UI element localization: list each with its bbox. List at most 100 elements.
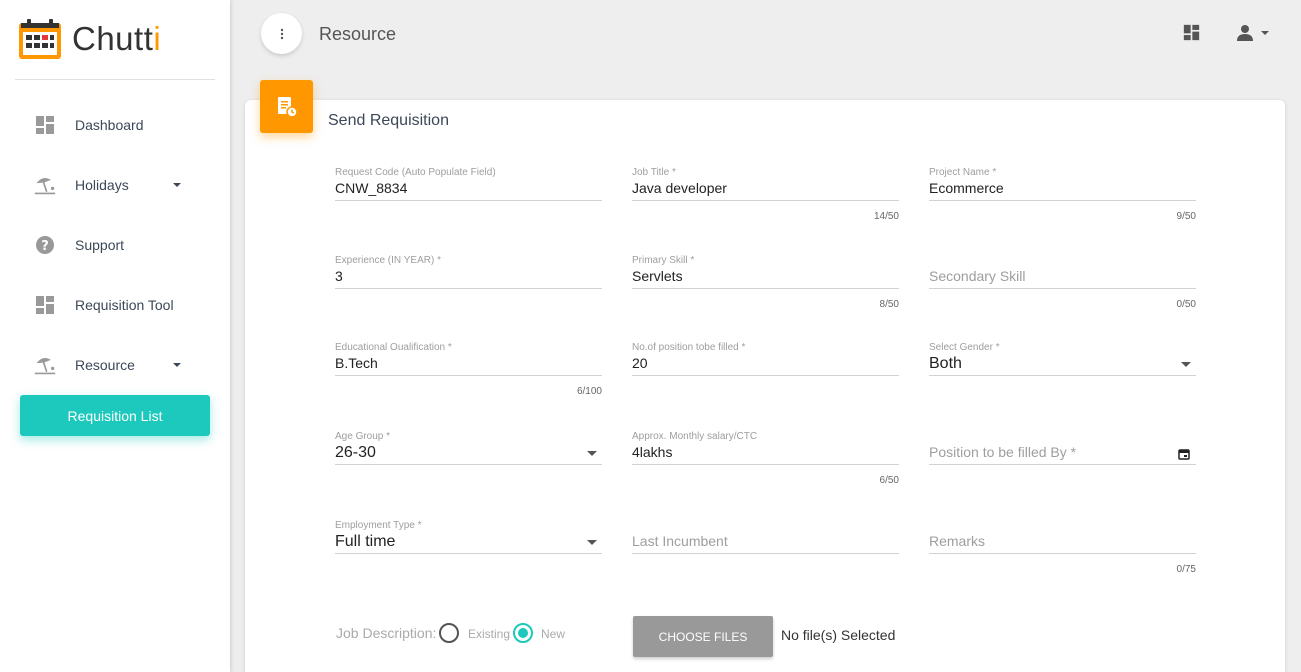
gender-select[interactable]: Select Gender * Both [929, 342, 1196, 402]
sidebar-item-requisition-tool[interactable]: Requisition Tool [0, 285, 230, 325]
more-menu-button[interactable] [261, 13, 302, 54]
divider [15, 79, 215, 80]
char-counter: 0/50 [1176, 299, 1196, 310]
field-placeholder: Position to be filled By * [929, 444, 1077, 460]
dropdown-arrow-icon [587, 540, 597, 545]
field-value: 20 [632, 355, 648, 371]
field-value: Full time [335, 533, 396, 550]
field-placeholder: Secondary Skill [929, 268, 1026, 284]
field-underline [335, 464, 602, 465]
chevron-down-icon [173, 363, 181, 367]
field-value: 3 [335, 268, 343, 284]
primary-skill-field[interactable]: Primary Skill * Servlets 8/50 [632, 255, 899, 315]
field-label: Age Group * [335, 431, 391, 442]
char-counter: 14/50 [873, 211, 899, 222]
sidebar-item-holidays[interactable]: Holidays [0, 165, 230, 205]
field-value: B.Tech [335, 355, 378, 371]
qualification-field[interactable]: Educational Oualification * B.Tech 6/100 [335, 342, 602, 402]
dropdown-arrow-icon [1181, 362, 1191, 367]
field-value: 26-30 [335, 444, 376, 461]
sidebar-item-label: Resource [75, 357, 135, 373]
char-counter: 8/50 [879, 299, 899, 310]
last-incumbent-field[interactable]: Last Incumbent [632, 520, 899, 580]
dashboard-icon [34, 114, 56, 136]
radio-new-label: New [541, 627, 566, 641]
calendar-logo-icon [19, 19, 61, 59]
field-value: Java developer [632, 180, 727, 196]
dropdown-arrow-icon [587, 451, 597, 456]
age-group-select[interactable]: Age Group * 26-30 [335, 431, 602, 491]
field-value: 4lakhs [632, 444, 673, 460]
chevron-down-icon [1261, 31, 1269, 35]
field-label: Select Gender * [929, 342, 1000, 353]
field-underline [632, 288, 899, 289]
field-label: Job Title * [632, 167, 676, 178]
char-counter: 6/100 [576, 386, 602, 397]
field-placeholder: Last Incumbent [632, 533, 728, 549]
field-underline [929, 375, 1196, 376]
field-placeholder: Remarks [929, 533, 986, 549]
field-underline [632, 553, 899, 554]
field-label: Educational Oualification * [335, 342, 452, 353]
app-logo[interactable]: Chutti [18, 18, 161, 60]
project-name-field[interactable]: Project Name * Ecommerce 9/50 [929, 167, 1196, 227]
job-title-field[interactable]: Job Title * Java developer 14/50 [632, 167, 899, 227]
person-icon [1237, 25, 1253, 41]
card-title: Send Requisition [328, 112, 449, 129]
field-underline [929, 288, 1196, 289]
positions-field[interactable]: No.of position tobe filled * 20 [632, 342, 899, 402]
field-value: Servlets [632, 268, 683, 284]
field-underline [335, 375, 602, 376]
dashboard-button[interactable] [1183, 24, 1200, 41]
experience-field[interactable]: Experience (IN YEAR) * 3 [335, 255, 602, 315]
field-value: Ecommerce [929, 180, 1004, 196]
chevron-down-icon [173, 183, 181, 187]
user-menu-button[interactable] [1236, 24, 1271, 42]
sidebar-item-label: Dashboard [75, 117, 144, 133]
beach-icon [34, 354, 56, 376]
sidebar: Chutti Dashboard Holidays ? Support Requ… [0, 0, 230, 672]
radio-existing-label: Existing [468, 627, 511, 641]
char-counter: 0/75 [1176, 564, 1196, 575]
request-code-field[interactable]: Request Code (Auto Populate Field) CNW_8… [335, 167, 602, 227]
sidebar-item-resource[interactable]: Resource [0, 345, 230, 385]
radio-existing[interactable] [439, 623, 459, 643]
choose-files-button[interactable]: CHOOSE FILES [633, 616, 773, 657]
sidebar-item-label: Requisition List [67, 407, 163, 424]
sidebar-item-support[interactable]: ? Support [0, 225, 230, 265]
filled-by-date-field[interactable]: Position to be filled By * [929, 431, 1196, 491]
salary-field[interactable]: Approx. Monthly salary/CTC 4lakhs 6/50 [632, 431, 899, 491]
sidebar-item-label: Support [75, 237, 125, 253]
field-label: No.of position tobe filled * [632, 342, 746, 353]
field-underline [929, 553, 1196, 554]
help-icon: ? [34, 234, 56, 256]
employment-type-select[interactable]: Employment Type * Full time [335, 520, 602, 580]
beach-icon [34, 174, 56, 196]
more-vert-icon [280, 28, 283, 39]
field-label: Request Code (Auto Populate Field) [335, 167, 496, 178]
remarks-field[interactable]: Remarks 0/75 [929, 520, 1196, 580]
field-underline [335, 200, 602, 201]
sidebar-item-label: Requisition Tool [75, 297, 174, 313]
field-underline [632, 200, 899, 201]
file-status: No file(s) Selected [781, 627, 896, 643]
field-label: Project Name * [929, 167, 997, 178]
page-title: Resource [319, 24, 397, 44]
field-underline [632, 375, 899, 376]
job-description-label: Job Description: [336, 625, 437, 641]
calendar-icon[interactable] [1178, 447, 1190, 465]
field-value: Both [929, 355, 962, 372]
dashboard-icon [34, 294, 56, 316]
field-value: CNW_8834 [335, 180, 408, 196]
sidebar-item-requisition-list[interactable]: Requisition List [20, 395, 210, 436]
sidebar-item-label: Holidays [75, 177, 129, 193]
svg-text:?: ? [41, 239, 49, 254]
field-underline [335, 288, 602, 289]
sidebar-item-dashboard[interactable]: Dashboard [0, 105, 230, 145]
button-label: CHOOSE FILES [658, 629, 748, 644]
char-counter: 6/50 [879, 475, 899, 486]
field-underline [929, 200, 1196, 201]
secondary-skill-field[interactable]: Secondary Skill 0/50 [929, 255, 1196, 315]
field-label: Approx. Monthly salary/CTC [632, 431, 758, 442]
radio-new[interactable] [513, 623, 533, 643]
